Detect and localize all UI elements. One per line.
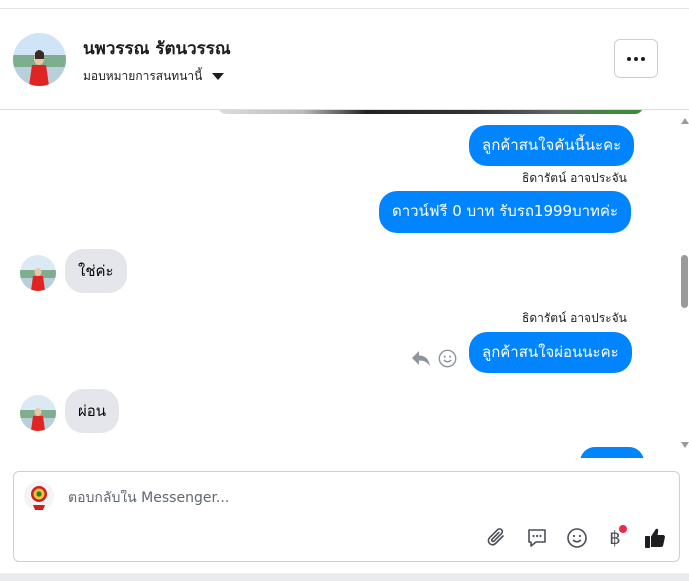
more-options-button[interactable]	[614, 39, 658, 78]
thumbs-up-icon[interactable]	[642, 525, 668, 551]
contact-avatar-small[interactable]	[20, 255, 56, 291]
contact-avatar[interactable]	[13, 33, 66, 86]
chat-bubble-icon[interactable]	[524, 525, 550, 551]
paperclip-icon[interactable]	[484, 525, 510, 551]
assign-label: มอบหมายการสนทนานี้	[83, 69, 203, 83]
chevron-down-icon[interactable]	[212, 73, 225, 80]
bottom-strip	[0, 573, 689, 581]
assign-conversation-dropdown[interactable]: มอบหมายการสนทนานี้	[83, 67, 225, 86]
conversation-header: นพวรรณ รัตนวรรณ มอบหมายการสนทนานี้	[0, 9, 689, 110]
contact-name[interactable]: นพวรรณ รัตนวรรณ	[83, 35, 231, 62]
page-avatar	[24, 481, 54, 511]
outgoing-message[interactable]: ลูกค้าสนใจคันนี้นะคะ	[469, 125, 635, 166]
message-scrollbar[interactable]	[680, 110, 689, 460]
emoji-icon[interactable]	[438, 349, 457, 372]
notification-dot	[619, 525, 627, 533]
sender-label: ธิดารัตน์ อาจประจัน	[522, 311, 627, 325]
message-text: ใช่ค่ะ	[78, 262, 114, 280]
image-attachment[interactable]	[218, 110, 643, 114]
smiley-icon[interactable]	[564, 525, 590, 551]
reply-composer: ฿	[13, 471, 680, 562]
message-text: ผ่อน	[78, 402, 107, 420]
message-text: ดาวน์ฟรี 0 บาท รับรถ1999บาทค่ะ	[392, 202, 619, 220]
outgoing-message[interactable]: ดาวน์ฟรี 0 บาท รับรถ1999บาทค่ะ	[379, 191, 632, 233]
message-list[interactable]: ลูกค้าสนใจคันนี้นะคะ ธิดารัตน์ อาจประจัน…	[0, 110, 689, 458]
message-text: ลูกค้าสนใจคันนี้นะคะ	[482, 136, 622, 154]
incoming-message[interactable]: ผ่อน	[65, 389, 120, 433]
more-icon	[627, 56, 631, 61]
message-text: ลูกค้าสนใจผ่อนนะคะ	[482, 343, 619, 361]
baht-icon[interactable]: ฿	[602, 525, 628, 551]
sender-label: ธิดารัตน์ อาจประจัน	[522, 171, 627, 185]
contact-avatar-small[interactable]	[20, 395, 56, 431]
scroll-down-arrow[interactable]	[681, 442, 689, 448]
scroll-up-arrow[interactable]	[681, 118, 689, 124]
outgoing-message[interactable]: ลูกค้าสนใจผ่อนนะคะ	[469, 332, 632, 373]
outgoing-message-partial[interactable]	[580, 447, 644, 458]
reply-input[interactable]	[68, 490, 568, 506]
scroll-thumb[interactable]	[681, 255, 688, 308]
reply-icon[interactable]	[411, 349, 431, 371]
incoming-message[interactable]: ใช่ค่ะ	[65, 249, 127, 293]
